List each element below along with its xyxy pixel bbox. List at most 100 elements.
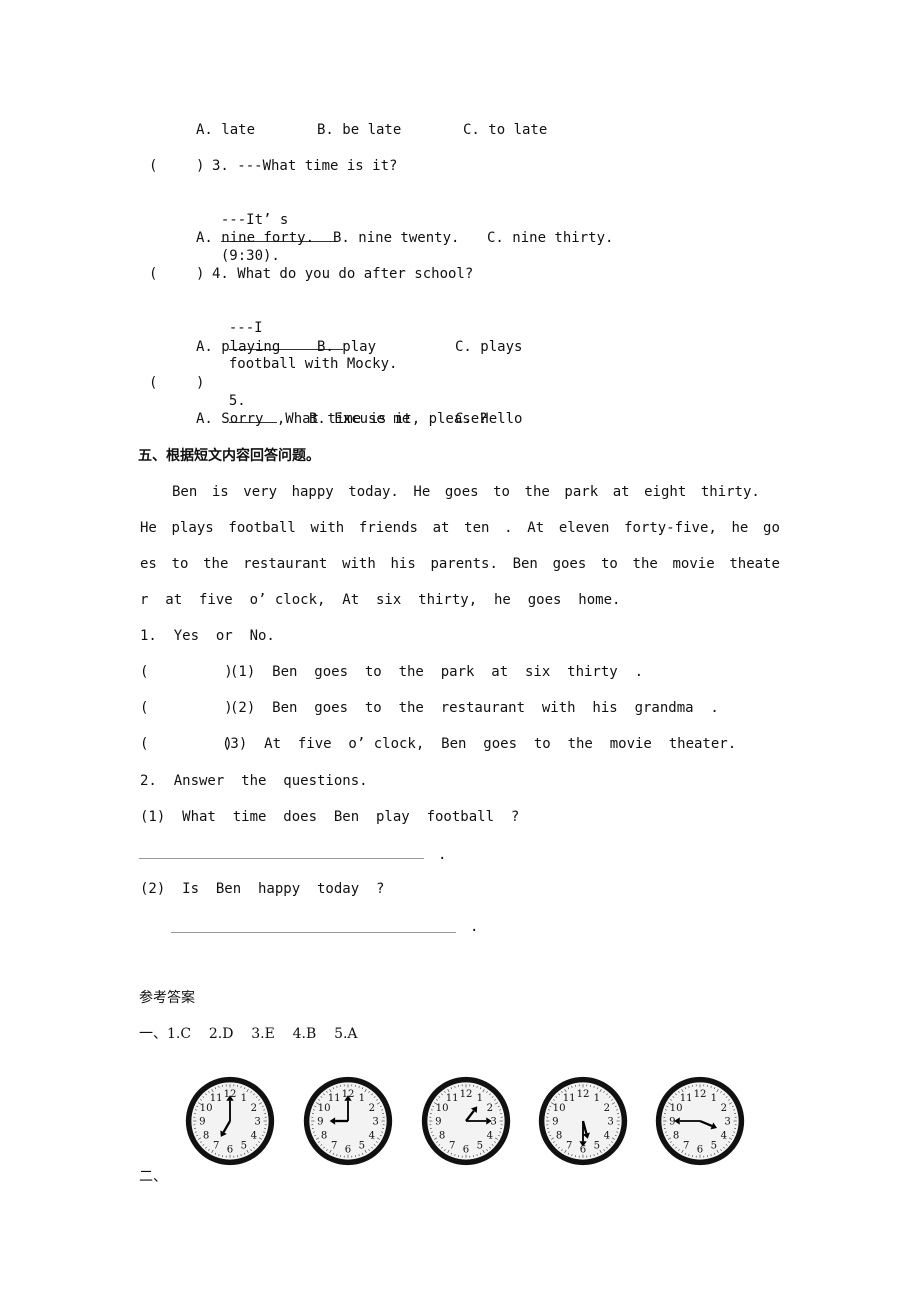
yes-no-paren-1[interactable]: ( ) <box>140 663 233 681</box>
clock-numeral: 7 <box>213 1141 219 1152</box>
passage-word: go <box>763 520 780 536</box>
clock-face-icon: 1234567891011 12 <box>421 1076 511 1166</box>
clock-numeral: 7 <box>566 1141 572 1152</box>
passage-word: very <box>243 484 277 500</box>
q3-option-c: C. nine thirty. <box>487 230 614 246</box>
clock-face-icon: 1234567891011 12 <box>538 1076 628 1166</box>
passage-word: He <box>140 520 157 536</box>
passage-word: the <box>524 484 550 500</box>
clock-face-icon: 1234567891011 12 <box>303 1076 393 1166</box>
answer-2-period: . <box>470 919 479 935</box>
passage-word: friends <box>358 520 418 536</box>
clock-numeral: 9 <box>435 1117 441 1128</box>
answer-1-period: . <box>438 847 447 863</box>
yes-no-statement-2: (2) Ben goes to the restaurant with his … <box>230 700 719 716</box>
answer-line-1[interactable] <box>139 858 424 859</box>
passage-word: his <box>390 556 416 572</box>
clock-numeral: 1 <box>359 1093 365 1104</box>
clock-numeral: 9 <box>552 1117 558 1128</box>
clock-numeral: 3 <box>254 1117 260 1128</box>
q2-option-c: C. to late <box>463 122 548 138</box>
question-1: (1) What time does Ben play football ? <box>140 809 520 825</box>
clock-numeral: 10 <box>318 1103 331 1114</box>
q4-option-c: C. plays <box>455 339 523 355</box>
section5-title: 五、根据短文内容回答问题。 <box>138 448 320 464</box>
clock-numeral: 4 <box>721 1130 727 1141</box>
clock-numeral: 2 <box>251 1103 257 1114</box>
q3-option-a: A. nine forty. <box>196 230 315 246</box>
passage-word: at <box>612 484 630 500</box>
yes-no-statement-3: (3) At five o’ clock, Ben goes to the mo… <box>222 736 737 752</box>
answer-line-2[interactable] <box>171 932 456 933</box>
passage-word: forty-five, <box>624 520 717 536</box>
clock-numeral: 4 <box>369 1130 375 1141</box>
question-2: (2) Is Ben happy today ? <box>140 881 385 897</box>
q4-reply-prefix: ---I <box>228 320 263 336</box>
clock-numeral: 9 <box>199 1117 205 1128</box>
clock-numeral: 3 <box>724 1117 730 1128</box>
clock-numeral: 4 <box>487 1130 493 1141</box>
q3-stem: 3. ---What time is it? <box>212 158 398 174</box>
clock-numeral: 11 <box>446 1093 459 1104</box>
passage-word: he <box>731 520 749 536</box>
q3-answer-paren-open[interactable]: ( <box>149 157 157 175</box>
passage-word: the <box>203 556 229 572</box>
clock-numeral: 3 <box>607 1117 613 1128</box>
clock-numeral: 8 <box>673 1130 679 1141</box>
clock-5: 1 2 3 4 5 6 7 8 9 10 11 12 <box>654 1075 746 1167</box>
q4-reply-suffix: football with Mocky. <box>228 356 398 372</box>
q4-answer-paren-open[interactable]: ( <box>149 265 157 283</box>
yes-no-paren-3[interactable]: ( ) <box>140 735 233 753</box>
clock-numeral: 11 <box>210 1093 223 1104</box>
q5-option-a: A. Sorry <box>196 411 264 427</box>
passage-word: goes <box>444 484 479 500</box>
clock-numeral: 7 <box>683 1141 689 1152</box>
passage-word: ten <box>464 520 490 536</box>
q4-answer-paren-close: ) <box>196 266 205 282</box>
q2-option-a: A. late <box>196 122 256 138</box>
clock-numeral: 9 <box>669 1117 675 1128</box>
clock-numeral: 5 <box>594 1141 600 1152</box>
q5-option-b: B. Excuse me <box>309 411 411 427</box>
q5-answer-paren-close: ) <box>196 375 205 391</box>
passage-word: At <box>527 520 545 536</box>
passage-word: to <box>493 484 510 500</box>
clock-face-icon: 1234567891011 12 <box>655 1076 745 1166</box>
clock-numeral: 5 <box>241 1141 247 1152</box>
clock-numeral: 1 <box>711 1093 717 1104</box>
q3-option-b: B. nine twenty. <box>333 230 460 246</box>
clock-numeral: 12 <box>577 1089 590 1100</box>
clock-numeral: 6 <box>697 1144 703 1155</box>
passage-word: eight <box>644 484 687 500</box>
passage-word: to <box>171 556 189 572</box>
q3-answer-paren-close: ) <box>196 158 205 174</box>
clock-numeral: 8 <box>556 1130 562 1141</box>
passage-word: with <box>342 556 376 572</box>
clock-numeral: 5 <box>359 1141 365 1152</box>
passage-word: eleven <box>558 520 610 536</box>
clock-numeral: 11 <box>328 1093 341 1104</box>
q3-reply-prefix: ---It’ s <box>220 212 289 228</box>
yes-no-statement-1: (1) Ben goes to the park at six thirty . <box>230 664 644 680</box>
clock-numeral: 4 <box>604 1130 610 1141</box>
q2-option-b: B. be late <box>317 122 402 138</box>
passage-line-1: Ben is very happy today. He goes to the park at eig… <box>172 483 760 501</box>
clock-numeral: 1 <box>241 1093 247 1104</box>
clock-numeral: 7 <box>331 1141 337 1152</box>
q5-answer-paren-open[interactable]: ( <box>149 374 157 392</box>
passage-word: theate <box>729 556 780 572</box>
part2-title: 2. Answer the questions. <box>140 773 368 789</box>
passage-word: plays <box>171 520 214 536</box>
clock-numeral: 11 <box>680 1093 693 1104</box>
passage-word: is <box>211 484 229 500</box>
q4-reply: ---I football with Mocky. <box>212 301 397 373</box>
clock-numeral: 5 <box>477 1141 483 1152</box>
clock-numeral: 1 <box>477 1093 483 1104</box>
clock-numeral: 10 <box>553 1103 566 1114</box>
clock-numeral: 12 <box>460 1089 473 1100</box>
q4-option-a: A. playing <box>196 339 281 355</box>
yes-no-paren-2[interactable]: ( ) <box>140 699 233 717</box>
clock-numeral: 6 <box>227 1144 233 1155</box>
clock-numeral: 6 <box>463 1144 469 1155</box>
passage-word: thirty. <box>700 484 760 500</box>
